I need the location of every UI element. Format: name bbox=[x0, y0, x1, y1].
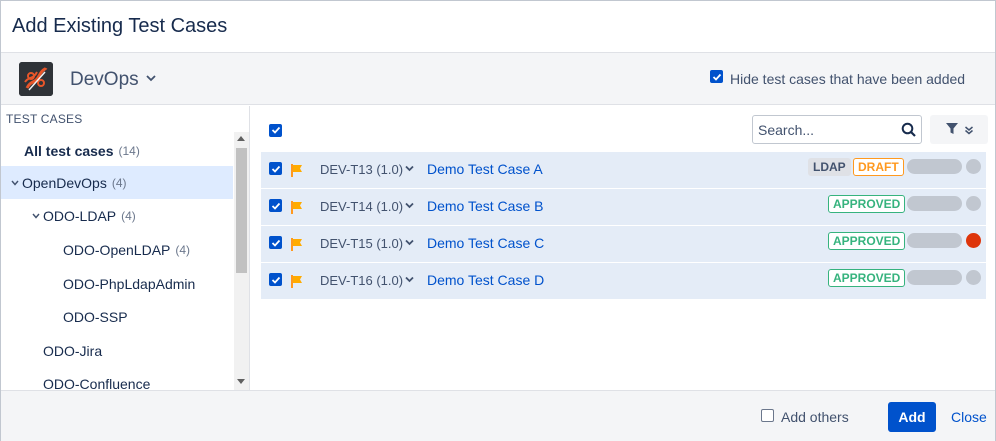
progress-pill bbox=[907, 196, 962, 211]
tree-scrollbar[interactable] bbox=[234, 132, 249, 390]
test-case-key: DEV-T16 (1.0) bbox=[320, 273, 404, 288]
tree-item-opendevops[interactable]: OpenDevOps (4) bbox=[1, 166, 233, 199]
hide-added-label: Hide test cases that have been added bbox=[730, 71, 966, 87]
scroll-down-arrow-icon[interactable] bbox=[237, 379, 245, 384]
test-case-key: DEV-T14 (1.0) bbox=[320, 199, 404, 214]
tree-item-odo-jira[interactable]: ODO-Jira bbox=[1, 334, 233, 367]
tree-item-label: ODO-PhpLdapAdmin bbox=[63, 275, 196, 292]
chevron-down-icon[interactable] bbox=[146, 73, 156, 85]
add-others-label: Add others bbox=[781, 409, 849, 425]
tree-item-label: ODO-LDAP bbox=[43, 207, 117, 224]
version-chevron-down-icon[interactable] bbox=[405, 238, 414, 249]
row-checkbox[interactable] bbox=[269, 199, 282, 212]
status-badge: APPROVED bbox=[828, 195, 906, 213]
tree-item-count: (4) bbox=[111, 175, 127, 190]
tree-item-count: (14) bbox=[118, 143, 140, 158]
dialog-footer: Add others Add Close bbox=[1, 390, 995, 441]
scroll-up-arrow-icon[interactable] bbox=[237, 136, 245, 141]
tree-header: TEST CASES bbox=[6, 112, 83, 126]
table-row[interactable]: DEV-T15 (1.0) Demo Test Case C APPROVED bbox=[261, 226, 986, 263]
filter-icon bbox=[945, 122, 959, 138]
status-dot bbox=[966, 159, 981, 174]
tree-item-label: ODO-SSP bbox=[63, 308, 128, 325]
chevron-down-icon[interactable] bbox=[32, 210, 40, 222]
status-dot bbox=[966, 270, 981, 285]
flag-icon bbox=[291, 201, 303, 214]
dialog-title: Add Existing Test Cases bbox=[12, 15, 228, 37]
test-case-name-link[interactable]: Demo Test Case C bbox=[427, 235, 544, 251]
scrollbar-thumb[interactable] bbox=[236, 148, 247, 273]
table-row[interactable]: DEV-T14 (1.0) Demo Test Case B APPROVED bbox=[261, 189, 986, 226]
dialog-header: Add Existing Test Cases bbox=[1, 1, 995, 53]
test-case-name-link[interactable]: Demo Test Case D bbox=[427, 272, 544, 288]
filter-button[interactable] bbox=[930, 115, 988, 144]
tree-item-count: (4) bbox=[175, 242, 191, 257]
test-case-name-link[interactable]: Demo Test Case B bbox=[427, 198, 543, 214]
search-input[interactable] bbox=[758, 121, 893, 139]
version-chevron-down-icon[interactable] bbox=[405, 201, 414, 212]
add-test-cases-dialog: Add Existing Test Cases DevOps Hide test… bbox=[0, 0, 996, 441]
search-icon[interactable] bbox=[901, 122, 917, 138]
test-case-key: DEV-T15 (1.0) bbox=[320, 236, 404, 251]
row-checkbox[interactable] bbox=[269, 236, 282, 249]
status-badge: APPROVED bbox=[828, 232, 906, 250]
row-checkbox[interactable] bbox=[269, 162, 282, 175]
flag-icon bbox=[291, 164, 303, 177]
flag-icon bbox=[291, 238, 303, 251]
status-badge: DRAFT bbox=[853, 158, 904, 176]
select-all-checkbox[interactable] bbox=[269, 122, 282, 138]
tree-item-label: All test cases bbox=[24, 142, 114, 159]
tree-item-odo-ssp[interactable]: ODO-SSP bbox=[1, 300, 233, 333]
test-case-list-pane: DEV-T13 (1.0) Demo Test Case A LDAP DRAF… bbox=[251, 106, 995, 390]
chevron-down-icon[interactable] bbox=[11, 177, 19, 189]
add-others-checkbox[interactable] bbox=[761, 409, 774, 422]
project-selector[interactable]: DevOps bbox=[70, 69, 139, 91]
devops-logo-icon bbox=[19, 62, 53, 96]
tree-item-odo-ldap[interactable]: ODO-LDAP (4) bbox=[1, 199, 233, 232]
tree-item-odo-confluence[interactable]: ODO-Confluence bbox=[1, 367, 233, 391]
tree-item-odo-phpldapadmin[interactable]: ODO-PhpLdapAdmin bbox=[1, 267, 233, 300]
test-case-name-link[interactable]: Demo Test Case A bbox=[427, 161, 543, 177]
progress-pill bbox=[907, 159, 962, 174]
flag-icon bbox=[291, 275, 303, 288]
table-row[interactable]: DEV-T13 (1.0) Demo Test Case A LDAP DRAF… bbox=[261, 152, 986, 189]
test-case-table: DEV-T13 (1.0) Demo Test Case A LDAP DRAF… bbox=[261, 152, 986, 300]
tree-item-label: OpenDevOps bbox=[22, 174, 107, 191]
tree-item-all-test-cases[interactable]: All test cases (14) bbox=[1, 134, 233, 167]
status-dot bbox=[966, 233, 981, 248]
version-chevron-down-icon[interactable] bbox=[405, 275, 414, 286]
status-badge: APPROVED bbox=[828, 269, 906, 287]
progress-pill bbox=[907, 270, 962, 285]
tree-item-label: ODO-Confluence bbox=[43, 375, 151, 391]
tree-item-label: ODO-Jira bbox=[43, 342, 103, 359]
project-bar: DevOps Hide test cases that have been ad… bbox=[1, 53, 995, 105]
search-box bbox=[752, 115, 922, 144]
double-chevron-down-icon bbox=[964, 122, 974, 138]
add-button[interactable]: Add bbox=[888, 402, 936, 432]
status-dot bbox=[966, 196, 981, 211]
row-checkbox[interactable] bbox=[269, 273, 282, 286]
progress-pill bbox=[907, 233, 962, 248]
test-case-key: DEV-T13 (1.0) bbox=[320, 162, 404, 177]
tree-item-count: (4) bbox=[121, 208, 136, 223]
tree-item-label: ODO-OpenLDAP bbox=[63, 241, 171, 258]
table-row[interactable]: DEV-T16 (1.0) Demo Test Case D APPROVED bbox=[261, 263, 986, 300]
version-chevron-down-icon[interactable] bbox=[405, 164, 414, 175]
hide-added-checkbox[interactable] bbox=[710, 70, 723, 83]
test-case-folder-tree: TEST CASES All test cases (14) OpenDevOp… bbox=[1, 106, 250, 390]
tree-item-odo-openldap[interactable]: ODO-OpenLDAP (4) bbox=[1, 233, 233, 266]
close-link[interactable]: Close bbox=[951, 409, 987, 425]
label-badge: LDAP bbox=[808, 158, 851, 176]
